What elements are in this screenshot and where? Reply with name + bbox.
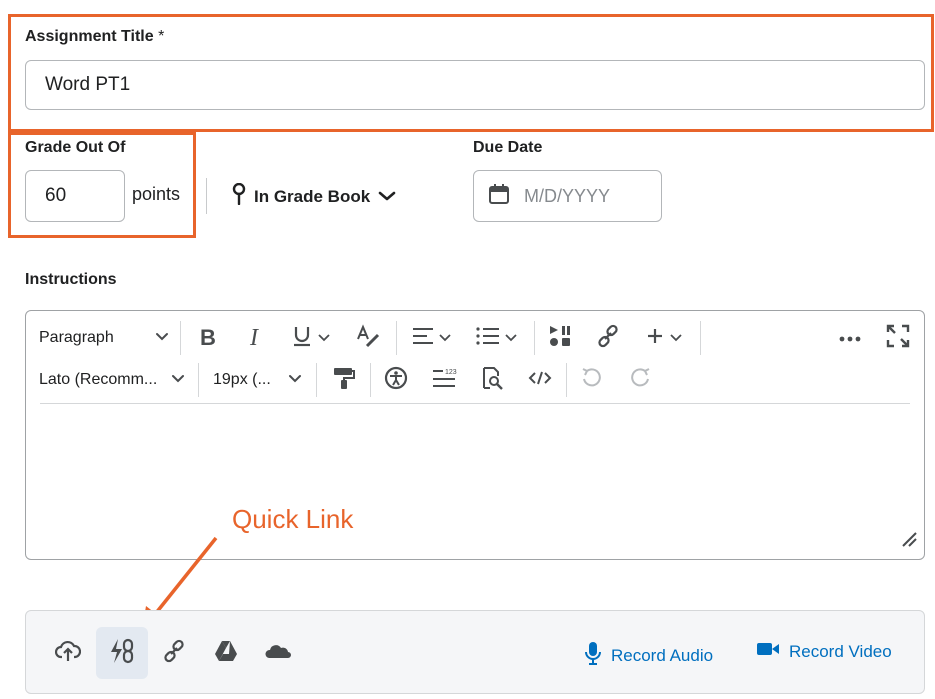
grade-separator <box>206 178 207 214</box>
editor-content-area[interactable] <box>40 411 910 539</box>
editor-toolbar-row-2: Lato (Recomm... 19px (... 123 <box>26 361 924 399</box>
undo-button[interactable] <box>576 361 608 399</box>
source-code-button[interactable] <box>524 361 556 399</box>
align-button[interactable] <box>406 319 456 357</box>
list-button[interactable] <box>470 319 522 357</box>
toolbar-separator <box>198 363 199 397</box>
microphone-icon <box>584 641 602 670</box>
underline-button[interactable] <box>284 319 336 357</box>
align-icon <box>411 326 435 351</box>
fullscreen-icon <box>886 324 910 353</box>
chevron-down-icon <box>155 329 169 347</box>
undo-icon <box>580 366 604 395</box>
bold-button[interactable]: B <box>192 319 224 357</box>
toolbar-separator <box>700 321 701 355</box>
find-replace-icon <box>480 366 504 395</box>
record-video-button[interactable]: Record Video <box>756 641 892 662</box>
quick-link-button[interactable] <box>96 627 148 679</box>
google-drive-button[interactable] <box>200 627 252 679</box>
record-video-label: Record Video <box>789 641 892 661</box>
quick-link-annotation: Quick Link <box>232 504 354 534</box>
toolbar-separator <box>566 363 567 397</box>
editor-toolbar-row-1: Paragraph B I <box>26 319 924 357</box>
list-icon <box>475 326 501 351</box>
video-camera-icon <box>756 641 780 662</box>
attachment-bar: Record Audio Record Video <box>25 610 925 694</box>
underline-icon <box>290 324 314 353</box>
italic-button[interactable]: I <box>238 319 270 357</box>
toolbar-divider <box>40 403 910 404</box>
in-grade-book-label: In Grade Book <box>254 186 371 206</box>
clear-format-icon <box>355 323 381 354</box>
paragraph-format-select[interactable]: Paragraph <box>39 319 169 357</box>
chevron-down-icon <box>439 329 451 347</box>
redo-icon <box>628 366 652 395</box>
due-date-placeholder: M/D/YYYY <box>524 185 611 206</box>
insert-media-icon <box>548 324 572 353</box>
accessibility-button[interactable] <box>380 361 412 399</box>
instructions-label: Instructions <box>25 271 117 288</box>
chevron-down-icon <box>318 329 330 347</box>
in-grade-book-dropdown[interactable]: In Grade Book <box>232 182 396 210</box>
chevron-down-icon <box>171 371 185 389</box>
more-icon <box>839 329 861 347</box>
chevron-down-icon <box>505 329 517 347</box>
onedrive-icon <box>265 642 291 665</box>
google-drive-icon <box>214 640 238 667</box>
title-highlight-box <box>8 14 934 132</box>
insert-media-button[interactable] <box>544 319 576 357</box>
clear-format-button[interactable] <box>352 319 384 357</box>
line-spacing-icon: 123 <box>431 367 457 394</box>
toolbar-separator <box>370 363 371 397</box>
toolbar-separator <box>180 321 181 355</box>
due-date-label: Due Date <box>473 139 543 156</box>
map-pin-icon <box>232 182 246 210</box>
insert-link-button[interactable] <box>592 319 624 357</box>
source-code-icon <box>528 370 552 391</box>
fullscreen-button[interactable] <box>882 319 914 357</box>
bold-icon: B <box>200 325 216 350</box>
redo-button[interactable] <box>624 361 656 399</box>
toolbar-separator <box>534 321 535 355</box>
chevron-down-icon <box>378 187 396 207</box>
more-button[interactable] <box>834 319 866 357</box>
line-spacing-button[interactable]: 123 <box>428 361 460 399</box>
grade-highlight-box <box>8 132 196 238</box>
due-date-input[interactable]: M/D/YYYY <box>473 170 662 222</box>
calendar-icon <box>488 183 510 210</box>
link-icon <box>162 639 186 668</box>
instructions-editor[interactable]: Paragraph B I Lato (Recomm... 19px (... … <box>25 310 925 560</box>
insert-link-button[interactable] <box>148 627 200 679</box>
chevron-down-icon <box>670 329 682 347</box>
toolbar-separator <box>316 363 317 397</box>
quick-link-icon <box>109 638 135 669</box>
svg-text:123: 123 <box>445 369 457 376</box>
onedrive-button[interactable] <box>252 627 304 679</box>
record-audio-button[interactable]: Record Audio <box>584 641 713 670</box>
format-painter-button[interactable] <box>328 361 360 399</box>
chevron-down-icon <box>288 371 302 389</box>
find-replace-button[interactable] <box>476 361 508 399</box>
resize-handle-icon[interactable] <box>900 530 918 553</box>
upload-icon <box>54 640 82 667</box>
font-size-select[interactable]: 19px (... <box>213 361 302 399</box>
insert-link-icon <box>596 324 620 353</box>
italic-icon: I <box>250 324 258 351</box>
upload-button[interactable] <box>42 627 94 679</box>
font-family-select[interactable]: Lato (Recomm... <box>39 361 185 399</box>
toolbar-separator <box>396 321 397 355</box>
format-painter-icon <box>332 366 356 395</box>
record-audio-label: Record Audio <box>611 645 714 665</box>
accessibility-icon <box>384 366 408 395</box>
insert-plus-button[interactable] <box>638 319 690 357</box>
insert-plus-icon <box>646 327 664 350</box>
